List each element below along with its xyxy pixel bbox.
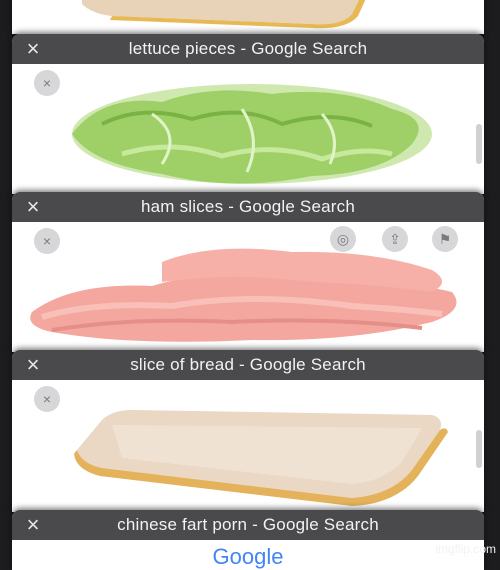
scrollbar[interactable] — [476, 430, 482, 468]
close-icon[interactable]: × — [22, 354, 44, 376]
tab-card-partial-top[interactable] — [12, 0, 484, 34]
ham-image — [30, 248, 457, 342]
tab-title: ham slices - Google Search — [140, 197, 355, 216]
tab-header: × chinese fart porn - Google Search — [12, 510, 484, 540]
lens-icon[interactable]: ◎ — [330, 226, 356, 252]
tab-card-lettuce[interactable]: × lettuce pieces - Google Search × — [12, 34, 484, 194]
tab-card-bottom[interactable]: × chinese fart porn - Google Search Goog… — [12, 510, 484, 570]
close-icon[interactable]: × — [22, 196, 44, 218]
tab-header: × ham slices - Google Search — [12, 192, 484, 222]
scrollbar[interactable] — [476, 124, 482, 164]
image-close-icon[interactable]: × — [34, 228, 60, 254]
lettuce-image — [72, 84, 432, 184]
image-close-icon[interactable]: × — [34, 70, 60, 96]
tab-header: × lettuce pieces - Google Search — [12, 34, 484, 64]
watermark: imgflip.com — [435, 542, 496, 556]
close-icon[interactable]: × — [22, 514, 44, 536]
bookmark-icon[interactable]: ⚑ — [432, 226, 458, 252]
tab-header: × slice of bread - Google Search — [12, 350, 484, 380]
close-icon[interactable]: × — [22, 38, 44, 60]
share-icon[interactable]: ⇪ — [382, 226, 408, 252]
tab-title: slice of bread - Google Search — [130, 355, 366, 374]
tab-card-ham[interactable]: × ham slices - Google Search × ◎ ⇪ ⚑ — [12, 192, 484, 352]
tab-card-bread[interactable]: × slice of bread - Google Search × — [12, 350, 484, 512]
tab-title: lettuce pieces - Google Search — [128, 39, 368, 58]
image-close-icon[interactable]: × — [34, 386, 60, 412]
google-logo-text: Google — [212, 544, 284, 569]
bread-image — [82, 0, 366, 29]
tab-title: chinese fart porn - Google Search — [117, 515, 379, 534]
bread-image — [74, 410, 448, 506]
tab-switcher: × lettuce pieces - Google Search × × ham… — [0, 0, 500, 570]
